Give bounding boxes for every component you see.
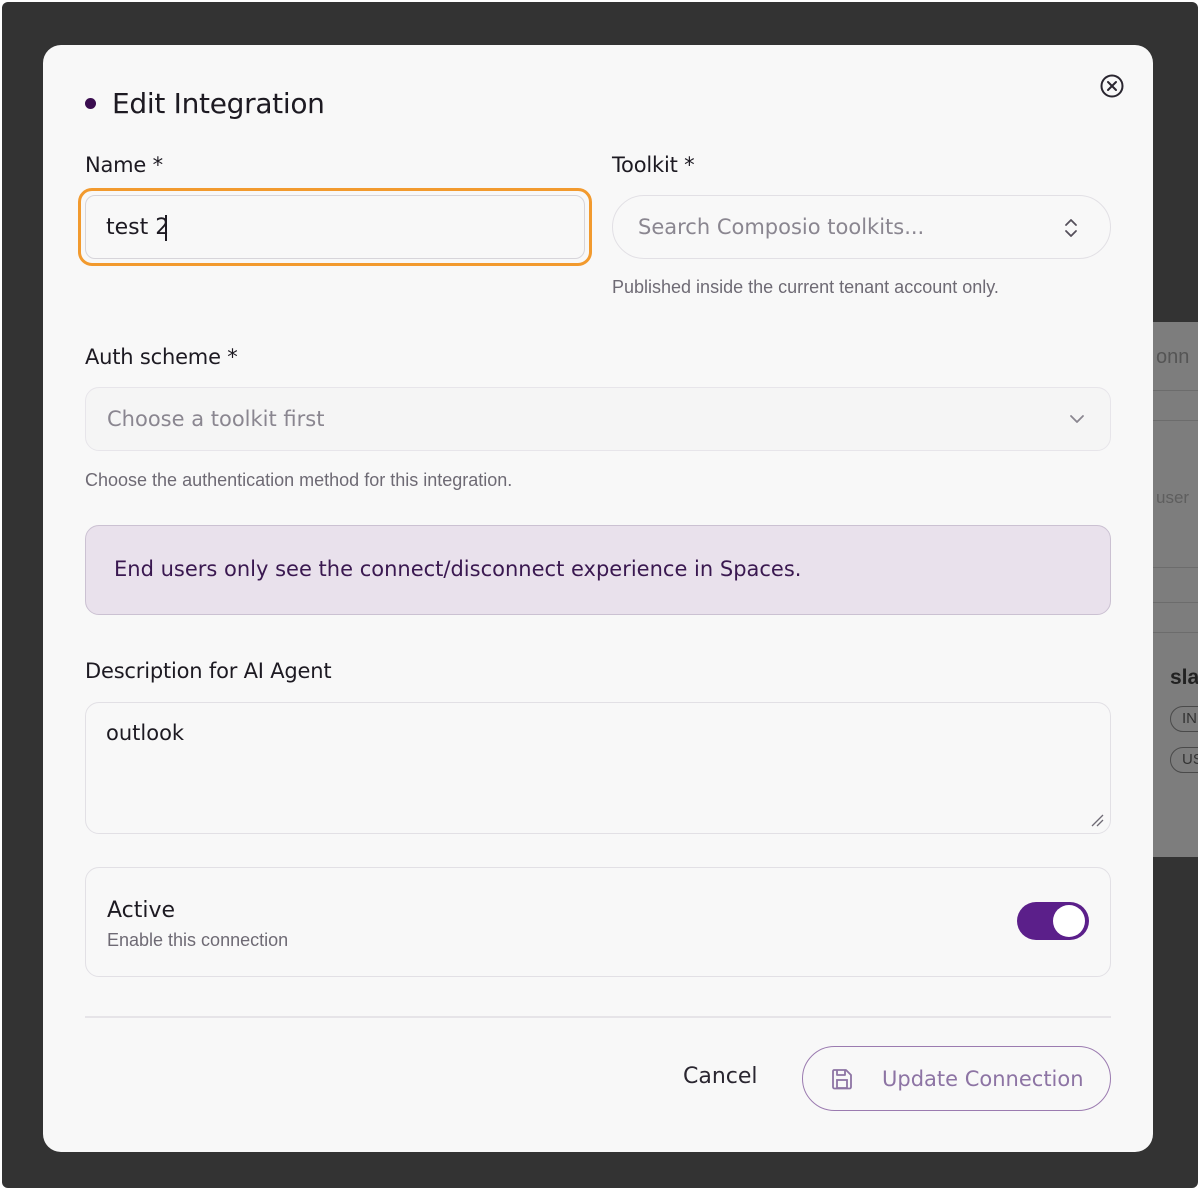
toolkit-hint: Published inside the current tenant acco… <box>612 277 999 297</box>
close-button[interactable] <box>1099 73 1125 99</box>
auth-scheme-hint: Choose the authentication method for thi… <box>85 470 513 490</box>
background-text: sla <box>1170 666 1198 689</box>
description-textarea[interactable]: outlook <box>85 702 1111 834</box>
update-connection-label: Update Connection <box>882 1066 1084 1091</box>
active-toggle[interactable] <box>1017 902 1089 940</box>
resize-grip-icon[interactable] <box>1090 813 1104 827</box>
background-pill: IN <box>1170 706 1198 732</box>
toolkit-search-combobox[interactable]: Search Composio toolkits... <box>612 195 1111 259</box>
name-input[interactable] <box>85 195 585 259</box>
text-caret <box>165 215 167 241</box>
auth-scheme-select[interactable]: Choose a toolkit first <box>85 387 1111 451</box>
active-setting-card: Active Enable this connection <box>85 867 1111 977</box>
cancel-button[interactable]: Cancel <box>673 1058 768 1095</box>
dialog-title: Edit Integration <box>112 87 325 120</box>
description-value: outlook <box>106 721 185 745</box>
title-dot-icon <box>85 98 96 109</box>
footer-divider <box>85 1016 1111 1018</box>
update-connection-button[interactable]: Update Connection <box>802 1046 1111 1111</box>
info-banner: End users only see the connect/disconnec… <box>85 525 1111 615</box>
dialog-header: Edit Integration <box>85 87 325 120</box>
close-circle-icon <box>1100 74 1124 98</box>
auth-scheme-label: Auth scheme * <box>85 345 238 369</box>
active-title: Active <box>107 898 176 923</box>
name-label: Name * <box>85 153 163 177</box>
chevron-down-icon <box>1070 415 1084 423</box>
active-subtitle: Enable this connection <box>107 930 289 950</box>
toolkit-placeholder: Search Composio toolkits... <box>638 215 925 239</box>
description-label: Description for AI Agent <box>85 659 332 683</box>
background-text: user <box>1156 488 1190 507</box>
chevron-up-down-icon <box>1065 219 1077 237</box>
toggle-knob <box>1053 905 1085 937</box>
toolkit-label: Toolkit * <box>612 153 695 177</box>
background-pill: US <box>1170 747 1198 773</box>
edit-integration-dialog: Edit Integration Name * Toolkit * Search… <box>43 45 1153 1152</box>
save-icon <box>832 1068 852 1089</box>
auth-scheme-placeholder: Choose a toolkit first <box>107 407 325 431</box>
background-text: onn <box>1156 346 1190 368</box>
